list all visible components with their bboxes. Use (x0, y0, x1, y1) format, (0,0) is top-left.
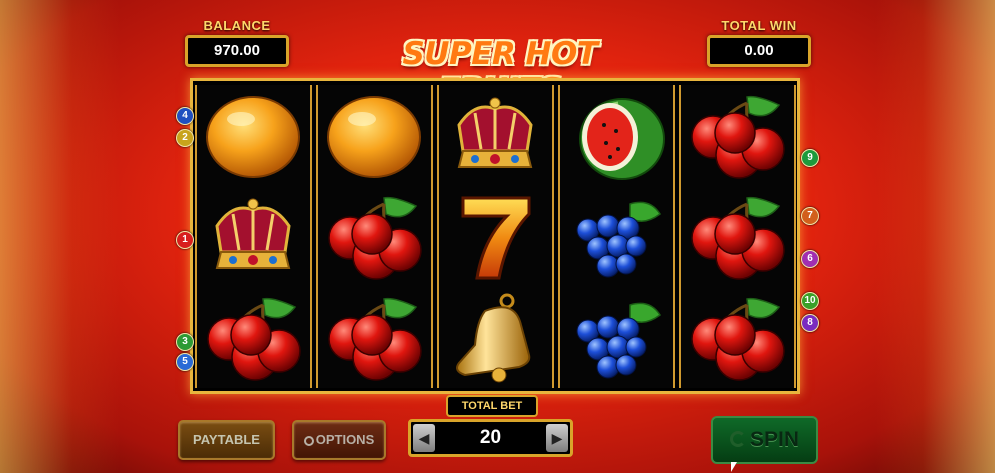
flame-decoration-right (875, 0, 995, 473)
total-bet-label: TOTAL BET (446, 395, 538, 417)
payline-10-indicator[interactable]: 10 (801, 292, 819, 310)
payline-7-indicator[interactable]: 7 (801, 207, 819, 225)
cherry-symbol (681, 186, 794, 287)
total-win-display: TOTAL WIN 0.00 (707, 18, 811, 67)
balance-value: 970.00 (185, 35, 289, 67)
payline-8-indicator[interactable]: 8 (801, 314, 819, 332)
total-win-label: TOTAL WIN (721, 18, 797, 33)
orange-symbol (197, 85, 310, 186)
payline-9-indicator[interactable]: 9 (801, 149, 819, 167)
crown-symbol (439, 85, 552, 186)
crown-symbol (197, 186, 310, 287)
mouse-cursor (731, 462, 737, 472)
cherry-symbol (681, 287, 794, 388)
payline-3-indicator[interactable]: 3 (176, 333, 194, 351)
spin-label: SPIN (749, 428, 799, 451)
cherry-symbol (318, 287, 431, 388)
total-win-value: 0.00 (707, 35, 811, 67)
seven-symbol (439, 186, 552, 287)
flame-decoration-left (0, 0, 120, 473)
paytable-label: PAYTABLE (193, 432, 260, 447)
paytable-button[interactable]: PAYTABLE (178, 420, 275, 460)
reel-5 (679, 85, 796, 388)
total-bet-value: 20 (479, 427, 502, 448)
cherry-symbol (681, 85, 794, 186)
reel-1 (195, 85, 312, 388)
cherry-symbol (318, 186, 431, 287)
payline-2-indicator[interactable]: 2 (176, 129, 194, 147)
reel-4 (558, 85, 675, 388)
watermelon-symbol (560, 85, 673, 186)
reels-area (190, 78, 800, 394)
game-logo: SUPER HOT FRUITS (402, 36, 598, 108)
grapes-symbol (560, 186, 673, 287)
orange-symbol (318, 85, 431, 186)
options-button[interactable]: OPTIONS (292, 420, 386, 460)
spin-button[interactable]: SPIN (711, 416, 818, 464)
arrow-left-icon[interactable]: ◀ (413, 424, 435, 452)
total-bet-control: TOTAL BET ◀ 20 ▶ (408, 395, 573, 467)
payline-1-indicator[interactable]: 1 (176, 231, 194, 249)
balance-label: BALANCE (203, 18, 271, 33)
cherry-symbol (197, 287, 310, 388)
bell-symbol (439, 287, 552, 388)
grapes-symbol (560, 287, 673, 388)
arrow-right-icon[interactable]: ▶ (546, 424, 568, 452)
total-bet-box: ◀ 20 ▶ (408, 419, 573, 457)
payline-5-indicator[interactable]: 5 (176, 353, 194, 371)
payline-4-indicator[interactable]: 4 (176, 107, 194, 125)
payline-6-indicator[interactable]: 6 (801, 250, 819, 268)
options-label: OPTIONS (315, 432, 375, 447)
reel-2 (316, 85, 433, 388)
options-icon (303, 436, 314, 446)
balance-display: BALANCE 970.00 (185, 18, 289, 67)
reel-3 (437, 85, 554, 388)
spin-icon (729, 431, 746, 447)
